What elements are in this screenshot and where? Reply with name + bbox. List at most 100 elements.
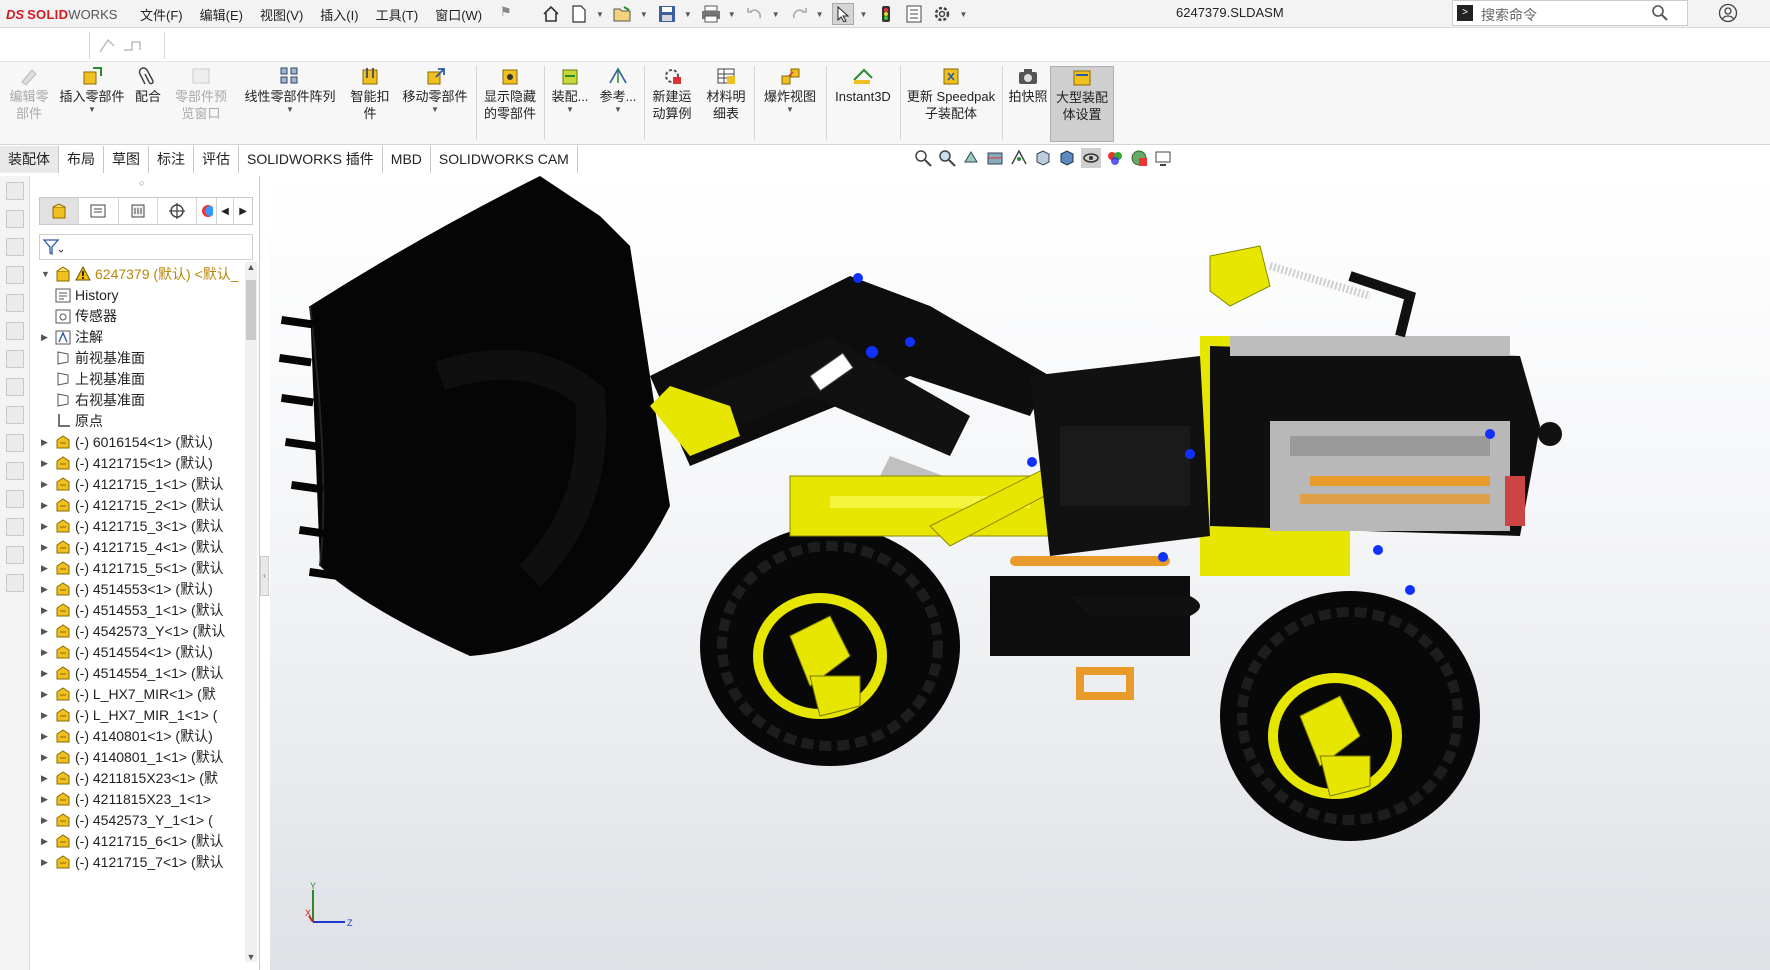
tree-component-item[interactable]: ▶ (-) 4121715_7<1> (默认 (31, 850, 257, 874)
tab-assembly[interactable]: 装配体 (0, 146, 59, 173)
display-manager-tab-icon[interactable] (197, 198, 217, 224)
apply-scene-icon[interactable] (1129, 148, 1149, 168)
panel-icon[interactable] (5, 546, 24, 564)
expand-arrow-icon[interactable]: ▶ (41, 605, 51, 616)
expand-arrow-icon[interactable]: ▶ (41, 836, 51, 847)
panel-icon[interactable] (5, 350, 24, 368)
tab-markup[interactable]: 标注 (149, 146, 194, 173)
expand-arrow-icon[interactable]: ▶ (41, 563, 51, 574)
expand-arrow-icon[interactable]: ▶ (41, 731, 51, 742)
menu-insert[interactable]: 插入(I) (320, 5, 358, 24)
assembly-features-button[interactable]: 装配... ▼ (548, 66, 592, 115)
insert-component-button[interactable]: 插入零部件 ▼ (56, 66, 128, 115)
edit-appearance-icon[interactable] (1105, 148, 1125, 168)
menu-edit[interactable]: 编辑(E) (200, 5, 243, 24)
expand-arrow-icon[interactable]: ▶ (41, 479, 51, 490)
chevron-up-icon[interactable]: ▲ (245, 262, 257, 272)
panel-icon[interactable] (5, 322, 24, 340)
redo-icon[interactable] (788, 3, 810, 25)
loader-3d-model[interactable] (270, 176, 1770, 970)
panel-grip[interactable]: ○ (139, 178, 144, 188)
tab-evaluate[interactable]: 评估 (194, 146, 239, 173)
tab-mbd[interactable]: MBD (382, 146, 431, 173)
previous-view-icon[interactable] (961, 148, 981, 168)
feature-tree-tab-icon[interactable] (40, 198, 80, 224)
instant3d-button[interactable]: Instant3D (830, 66, 896, 105)
dynamic-annotation-icon[interactable] (1009, 148, 1029, 168)
expand-arrow-icon[interactable]: ▶ (41, 794, 51, 805)
chevron-down-icon[interactable]: ▼ (245, 952, 257, 962)
tab-scroll-right-icon[interactable]: ▶ (234, 198, 252, 224)
expand-arrow-icon[interactable]: ▶ (41, 584, 51, 595)
panel-icon[interactable] (5, 182, 24, 200)
tree-filter-input[interactable] (39, 234, 253, 260)
tree-scrollbar[interactable]: ▲ ▼ (245, 262, 257, 962)
graphics-area[interactable] (270, 176, 1770, 970)
expand-arrow-icon[interactable]: ▶ (41, 689, 51, 700)
show-hidden-components-button[interactable]: 显示隐藏的零部件 (480, 66, 540, 122)
update-speedpak-button[interactable]: 更新 Speedpak子装配体 (904, 66, 998, 122)
select-cursor-icon[interactable] (831, 3, 854, 25)
rebuild-traffic-light-icon[interactable] (875, 3, 897, 25)
options-gear-icon[interactable] (931, 3, 953, 25)
chevron-down-icon[interactable]: ▼ (240, 105, 340, 115)
hide-show-items-icon[interactable] (1081, 148, 1101, 168)
expand-arrow-icon[interactable]: ▶ (41, 752, 51, 763)
panel-icon[interactable] (5, 406, 24, 424)
file-properties-icon[interactable] (903, 3, 925, 25)
tab-layout[interactable]: 布局 (59, 146, 104, 173)
component-preview-button[interactable]: 零部件预览窗口 (172, 66, 230, 122)
open-icon[interactable] (612, 3, 634, 25)
panel-collapse-handle[interactable]: ‹ (260, 556, 269, 596)
panel-icon[interactable] (5, 462, 24, 480)
tab-solidworks-addins[interactable]: SOLIDWORKS 插件 (239, 146, 383, 173)
save-icon[interactable] (656, 3, 678, 25)
linear-pattern-button[interactable]: 线性零部件阵列 ▼ (240, 66, 340, 115)
chevron-down-icon[interactable]: ▼ (398, 105, 472, 115)
chevron-down-icon[interactable]: ▼ (640, 10, 648, 19)
property-manager-tab-icon[interactable] (79, 198, 119, 224)
section-view-icon[interactable] (985, 148, 1005, 168)
expand-arrow-icon[interactable]: ▶ (41, 332, 51, 343)
display-style-icon[interactable] (1057, 148, 1077, 168)
new-motion-study-button[interactable]: 新建运动算例 (648, 66, 696, 122)
chevron-down-icon[interactable]: ▼ (860, 10, 868, 19)
zoom-to-fit-icon[interactable] (913, 148, 933, 168)
chevron-down-icon[interactable]: ▼ (959, 10, 967, 19)
undo-icon[interactable] (744, 3, 766, 25)
panel-icon[interactable] (5, 238, 24, 256)
home-icon[interactable] (540, 3, 562, 25)
expand-arrow-icon[interactable]: ▶ (41, 458, 51, 469)
menu-window[interactable]: 窗口(W) (435, 5, 482, 24)
chevron-down-icon[interactable]: ▼ (548, 105, 592, 115)
view-orientation-icon[interactable] (1033, 148, 1053, 168)
move-component-button[interactable]: 移动零部件 ▼ (398, 66, 472, 115)
scrollbar-thumb[interactable] (246, 280, 256, 340)
search-icon[interactable] (1651, 4, 1669, 25)
expand-arrow-icon[interactable]: ▶ (41, 626, 51, 637)
panel-icon[interactable] (5, 266, 24, 284)
collapse-arrow-icon[interactable]: ▼ (41, 269, 51, 279)
reference-geometry-button[interactable]: 参考... ▼ (596, 66, 640, 115)
zoom-to-area-icon[interactable] (937, 148, 957, 168)
expand-arrow-icon[interactable]: ▶ (41, 773, 51, 784)
configuration-manager-tab-icon[interactable] (119, 198, 158, 224)
chevron-down-icon[interactable]: ▼ (596, 105, 640, 115)
edit-component-button[interactable]: 编辑零部件 (6, 66, 52, 122)
mate-button[interactable]: 配合 (130, 66, 166, 105)
expand-arrow-icon[interactable]: ▶ (41, 500, 51, 511)
view-settings-icon[interactable] (1153, 148, 1173, 168)
take-snapshot-button[interactable]: 拍快照 (1006, 66, 1050, 105)
expand-arrow-icon[interactable]: ▶ (41, 521, 51, 532)
search-commands-input[interactable]: > 搜索命令 (1452, 0, 1688, 26)
exploded-view-button[interactable]: 爆炸视图 ▼ (758, 66, 822, 115)
new-document-icon[interactable] (568, 3, 590, 25)
tab-sketch[interactable]: 草图 (104, 146, 149, 173)
panel-icon[interactable] (5, 574, 24, 592)
chevron-down-icon[interactable]: ▼ (728, 10, 736, 19)
chevron-down-icon[interactable]: ▼ (596, 10, 604, 19)
expand-arrow-icon[interactable]: ▶ (41, 437, 51, 448)
smart-fasteners-button[interactable]: 智能扣件 (346, 66, 394, 122)
panel-icon[interactable] (5, 378, 24, 396)
expand-arrow-icon[interactable]: ▶ (41, 815, 51, 826)
